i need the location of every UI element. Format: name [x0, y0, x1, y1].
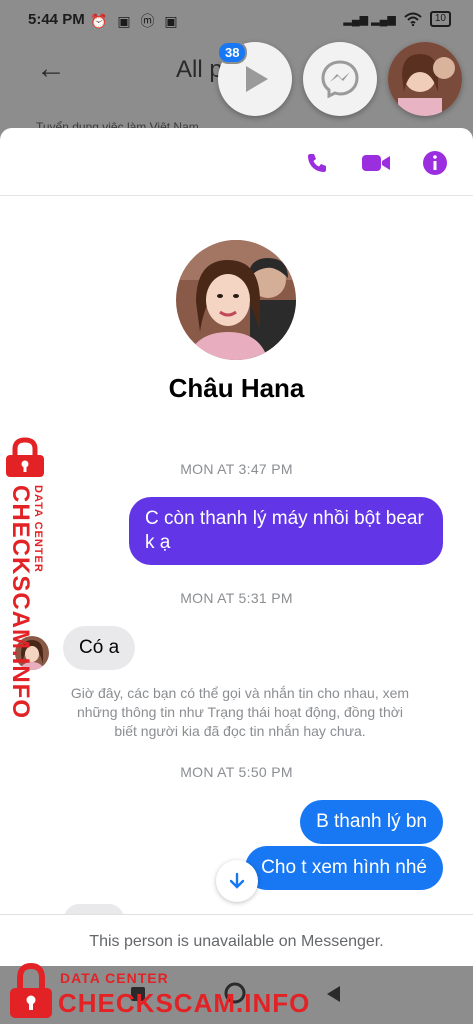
watermark-small-text: DATA CENTER — [32, 485, 44, 573]
chathead-avatar[interactable] — [388, 42, 462, 116]
timestamp-separator: MON AT 5:50 PM — [180, 764, 293, 780]
lock-icon — [6, 437, 44, 477]
back-button[interactable] — [325, 985, 341, 1008]
profile-picture[interactable] — [176, 240, 296, 360]
avatar — [388, 42, 462, 116]
chat-sheet: Châu Hana MON AT 3:47 PM C còn thanh lý … — [0, 128, 473, 966]
unavailable-text: This person is unavailable on Messenger. — [89, 933, 384, 950]
status-bar: 5:44 PM ⏰ ▣ ⓜ ▣ ▂▄▆ ▂▄▆ 10 — [0, 0, 473, 40]
info-icon[interactable] — [420, 148, 450, 178]
system-note: Giờ đây, các bạn có thể gọi và nhắn tin … — [70, 685, 410, 739]
status-time: 5:44 PM — [28, 11, 85, 28]
chathead-messenger[interactable] — [303, 42, 377, 116]
unavailable-footer: This person is unavailable on Messenger. — [0, 914, 473, 968]
watermark-small-text: DATA CENTER — [60, 970, 169, 986]
status-indicators: ▂▄▆ ▂▄▆ 10 — [343, 11, 451, 27]
messenger-icon — [321, 60, 359, 99]
watermark-bottom: DATA CENTER CHECKSCAM.INFO — [4, 962, 309, 1022]
incoming-message[interactable]: Có a — [63, 626, 136, 670]
watermark-big-text: CHECKSCAM.INFO — [7, 485, 34, 719]
watermark-vertical: CHECKSCAM.INFO DATA CENTER — [2, 437, 52, 719]
notification-icons: ⏰ ▣ ⓜ ▣ — [90, 13, 181, 29]
chat-toolbar — [0, 128, 473, 196]
scroll-down-button[interactable] — [216, 860, 258, 902]
profile-name: Châu Hana — [168, 373, 305, 403]
lock-icon — [10, 962, 52, 1018]
background-title: All p — [176, 56, 223, 83]
unread-badge: 38 — [217, 41, 248, 64]
wifi-icon — [404, 12, 422, 26]
outgoing-message[interactable]: Cho t xem hình nhé — [245, 846, 443, 890]
phone-icon[interactable] — [302, 148, 332, 178]
timestamp-separator: MON AT 3:47 PM — [180, 461, 293, 477]
outgoing-message[interactable]: B thanh lý bn — [300, 800, 443, 844]
arrow-down-icon — [229, 872, 245, 889]
outgoing-message[interactable]: C còn thanh lý máy nhồi bột bear k ạ — [129, 497, 443, 565]
battery-icon: 10 — [429, 11, 451, 27]
watermark-big-text: CHECKSCAM.INFO — [58, 988, 311, 1018]
timestamp-separator: MON AT 5:31 PM — [180, 590, 293, 606]
video-icon[interactable] — [361, 148, 391, 178]
back-arrow-icon[interactable]: ← — [36, 52, 66, 86]
signal-icon: ▂▄▆ ▂▄▆ — [343, 13, 396, 26]
play-icon — [246, 66, 268, 92]
